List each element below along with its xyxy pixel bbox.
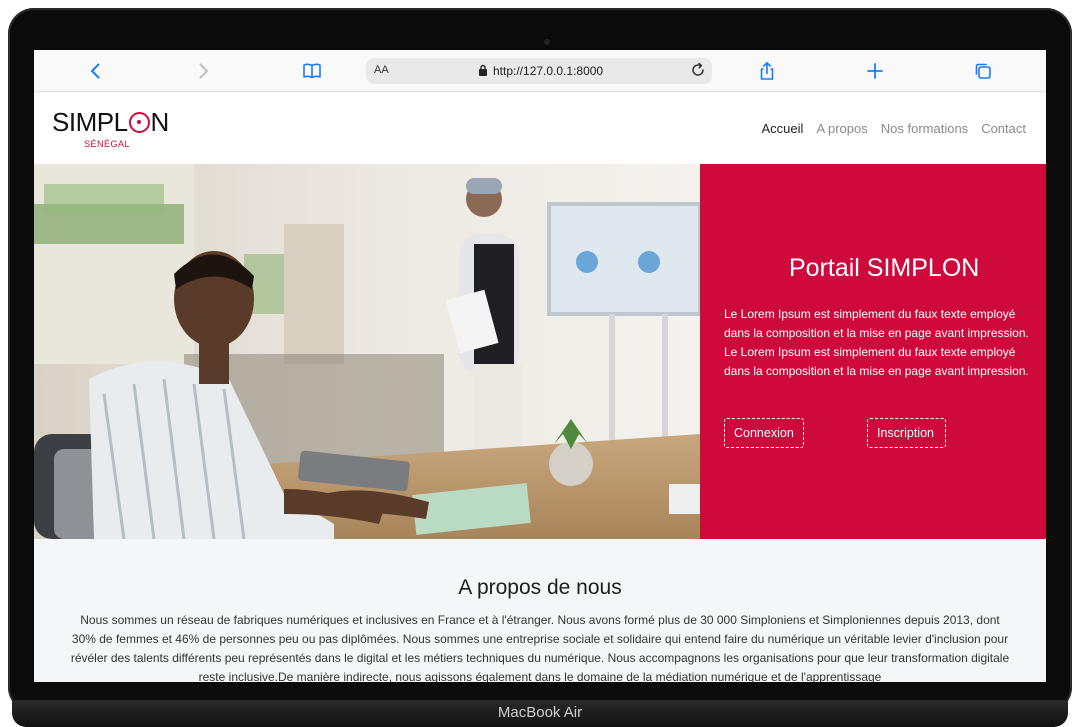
back-icon[interactable] <box>85 60 107 82</box>
signup-button[interactable]: Inscription <box>867 418 946 448</box>
text-size-button[interactable]: AA <box>374 64 389 76</box>
hero-photo <box>34 164 700 539</box>
login-button[interactable]: Connexion <box>724 418 804 448</box>
about-section: A propos de nous Nous sommes un réseau d… <box>34 539 1046 682</box>
nav-item-accueil[interactable]: Accueil <box>762 121 804 136</box>
hero-panel: Portail SIMPLON Le Lorem Ipsum est simpl… <box>700 164 1046 539</box>
site-header: SIMPL N SÉNÉGAL Accueil A propos Nos form… <box>34 93 1046 164</box>
logo[interactable]: SIMPL N <box>52 107 169 138</box>
nav-item-nos-formations[interactable]: Nos formations <box>881 121 968 136</box>
share-icon[interactable] <box>756 60 778 82</box>
main-nav: Accueil A propos Nos formations Contact <box>762 121 1026 136</box>
nav-item-contact[interactable]: Contact <box>981 121 1026 136</box>
hero-title: Portail SIMPLON <box>789 254 980 282</box>
camera-dot <box>544 39 550 45</box>
logo-subtitle: SÉNÉGAL <box>84 139 131 149</box>
address-bar[interactable]: AA http://127.0.0.1:8000 <box>366 58 712 84</box>
forward-icon[interactable] <box>192 60 214 82</box>
browser-toolbar: AA http://127.0.0.1:8000 <box>34 50 1046 92</box>
browser-screen: AA http://127.0.0.1:8000 SIMPL N SÉNÉGAL … <box>34 50 1046 682</box>
lock-icon <box>478 64 488 79</box>
hero-description: Le Lorem Ipsum est simplement du faux te… <box>724 307 1029 378</box>
hero-section: Portail SIMPLON Le Lorem Ipsum est simpl… <box>34 164 1046 539</box>
new-tab-icon[interactable] <box>864 60 886 82</box>
url-text: http://127.0.0.1:8000 <box>493 64 604 78</box>
about-text: Nous sommes un réseau de fabriques numér… <box>70 613 1010 682</box>
tabs-icon[interactable] <box>972 60 994 82</box>
laptop-base: MacBook Air <box>12 700 1068 727</box>
device-label: MacBook Air <box>497 704 583 721</box>
nav-item-a-propos[interactable]: A propos <box>816 121 867 136</box>
about-title: A propos de nous <box>458 576 622 599</box>
reload-icon[interactable] <box>690 62 706 81</box>
bookmarks-icon[interactable] <box>301 60 323 82</box>
